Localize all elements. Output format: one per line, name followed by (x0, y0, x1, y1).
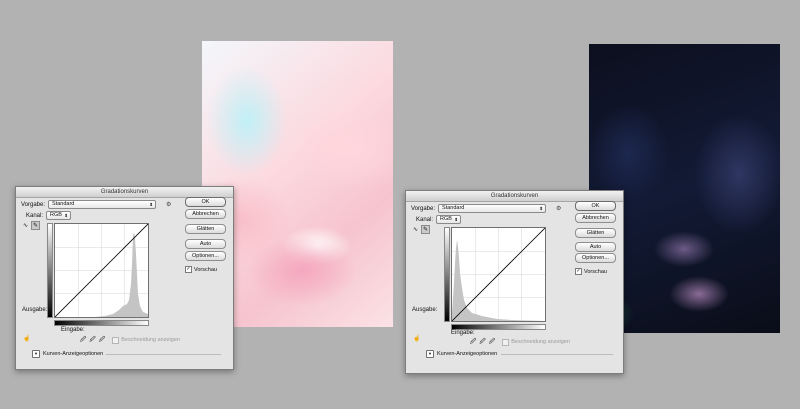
options-separator (501, 354, 613, 355)
show-clipping-label: Beschneidung anzeigen (121, 337, 180, 343)
channel-row: Kanal: RGB ⬍ (26, 211, 72, 220)
channel-row: Kanal: RGB ⬍ (416, 215, 462, 224)
curve-graph[interactable] (451, 227, 546, 322)
channel-value: RGB (50, 212, 62, 218)
curve-graph-svg (55, 224, 148, 317)
input-label: Eingabe: (451, 330, 475, 336)
select-arrows-icon: ⬍ (454, 217, 459, 222)
preview-label: Vorschau (194, 266, 217, 273)
pencil-tool-icon[interactable]: ✎ (31, 221, 40, 230)
curves-dialog-right: Gradationskurven Vorgabe: Standard ⬍ ⚙ K… (405, 190, 624, 374)
preset-select[interactable]: Standard ⬍ (438, 204, 547, 213)
smooth-button[interactable]: Glätten (575, 228, 616, 238)
disclosure-triangle-icon: ▼ (32, 350, 40, 358)
curve-graph[interactable] (54, 223, 149, 318)
preview-checkbox[interactable]: ✓ Vorschau (185, 266, 217, 273)
ok-button[interactable]: OK (185, 197, 226, 207)
curve-options-toggle[interactable]: ▼ Kurven-Anzeigeoptionen (32, 350, 103, 358)
curve-tool-icon[interactable]: ∿ (411, 225, 420, 234)
black-eyedropper-icon[interactable]: 🖉 (80, 335, 86, 345)
options-separator (106, 354, 221, 355)
preset-select[interactable]: Standard ⬍ (48, 200, 157, 209)
output-gradient-bar (444, 227, 450, 322)
auto-button[interactable]: Auto (185, 239, 226, 249)
white-eyedropper-icon[interactable]: 🖉 (99, 335, 105, 345)
channel-select[interactable]: RGB ⬍ (46, 211, 72, 220)
select-arrows-icon: ⬍ (149, 202, 154, 207)
curve-tool-icon[interactable]: ∿ (21, 221, 30, 230)
preset-label: Vorgabe: (411, 205, 436, 212)
auto-button[interactable]: Auto (575, 242, 616, 252)
select-arrows-icon: ⬍ (539, 206, 544, 211)
checkbox-box (112, 336, 120, 344)
eyedropper-group: 🖉 🖉 🖉 Beschneidung anzeigen (470, 337, 570, 347)
curve-graph-svg (452, 228, 545, 321)
preview-label: Vorschau (584, 268, 607, 275)
curve-options-label: Kurven-Anzeigeoptionen (437, 351, 498, 357)
checkbox-box (502, 338, 510, 346)
channel-label: Kanal: (416, 216, 434, 223)
curve-options-label: Kurven-Anzeigeoptionen (43, 351, 104, 357)
gray-eyedropper-icon[interactable]: 🖉 (479, 337, 485, 347)
curves-dialog-left: Gradationskurven Vorgabe: Standard ⬍ ⚙ K… (15, 186, 234, 370)
gray-eyedropper-icon[interactable]: 🖉 (89, 335, 95, 345)
hand-adjust-icon[interactable]: ☝ (23, 335, 30, 342)
input-label: Eingabe: (61, 327, 85, 333)
options-button[interactable]: Optionen... (575, 253, 616, 263)
channel-value: RGB (440, 216, 452, 222)
white-eyedropper-icon[interactable]: 🖉 (489, 337, 495, 347)
checkbox-box: ✓ (185, 266, 192, 273)
black-eyedropper-icon[interactable]: 🖉 (470, 337, 476, 347)
gear-icon[interactable]: ⚙ (166, 201, 171, 208)
input-gradient-bar (54, 320, 149, 326)
hand-adjust-icon[interactable]: ☝ (413, 335, 420, 342)
channel-label: Kanal: (26, 212, 44, 219)
pencil-tool-icon[interactable]: ✎ (421, 225, 430, 234)
output-label: Ausgabe: (412, 307, 438, 313)
disclosure-triangle-icon: ▼ (426, 350, 434, 358)
curve-options-toggle[interactable]: ▼ Kurven-Anzeigeoptionen (426, 350, 497, 358)
show-clipping-checkbox[interactable]: Beschneidung anzeigen (112, 336, 180, 344)
gear-icon[interactable]: ⚙ (556, 205, 561, 212)
preset-row: Vorgabe: Standard ⬍ ⚙ (21, 200, 171, 209)
output-gradient-bar (47, 223, 53, 318)
show-clipping-label: Beschneidung anzeigen (511, 339, 570, 345)
preset-label: Vorgabe: (21, 201, 46, 208)
select-arrows-icon: ⬍ (64, 213, 69, 218)
smooth-button[interactable]: Glätten (185, 224, 226, 234)
preset-value: Standard (52, 201, 75, 207)
show-clipping-checkbox[interactable]: Beschneidung anzeigen (502, 338, 570, 346)
output-label: Ausgabe: (22, 307, 48, 313)
preview-checkbox[interactable]: ✓ Vorschau (575, 268, 607, 275)
ok-button[interactable]: OK (575, 201, 616, 211)
preset-row: Vorgabe: Standard ⬍ ⚙ (411, 204, 561, 213)
checkbox-box: ✓ (575, 268, 582, 275)
cancel-button[interactable]: Abbrechen (575, 213, 616, 223)
cancel-button[interactable]: Abbrechen (185, 209, 226, 219)
channel-select[interactable]: RGB ⬍ (436, 215, 462, 224)
options-button[interactable]: Optionen... (185, 251, 226, 261)
preset-value: Standard (442, 205, 465, 211)
eyedropper-group: 🖉 🖉 🖉 Beschneidung anzeigen (80, 335, 180, 345)
